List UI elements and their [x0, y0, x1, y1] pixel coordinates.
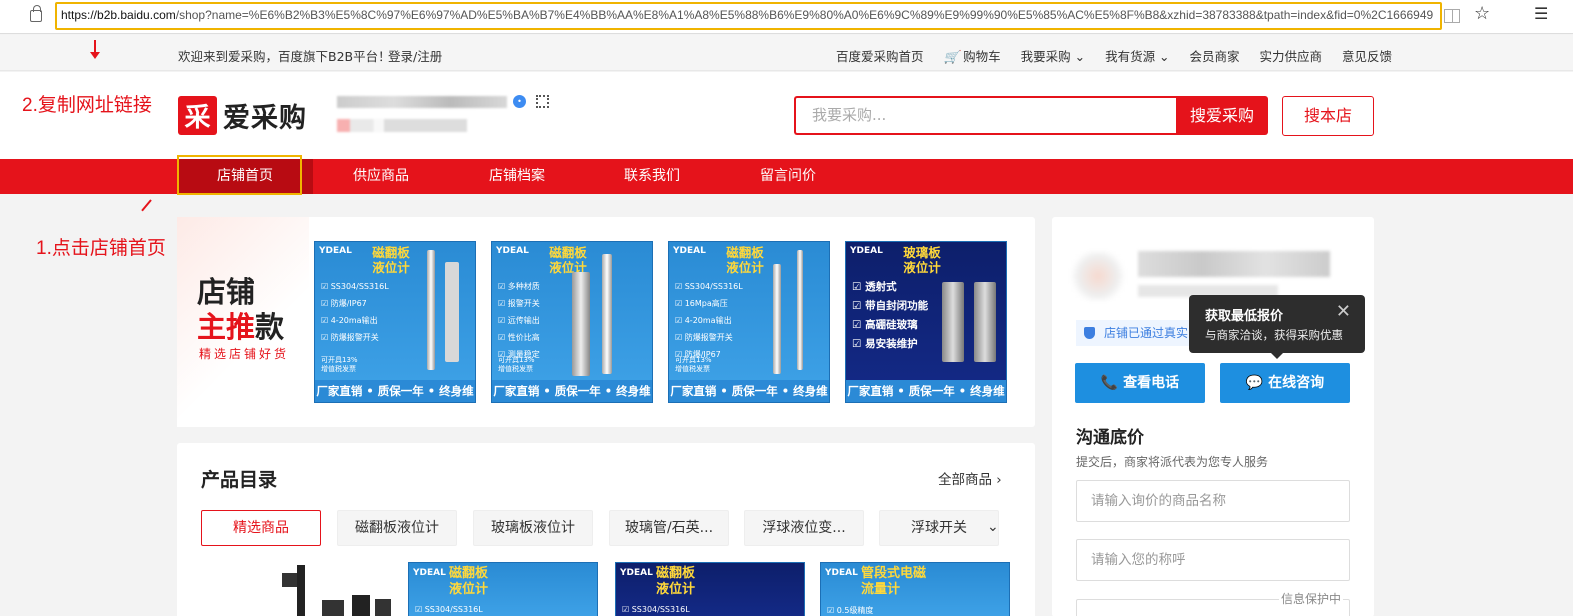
nav-link-purchase[interactable]: 我要采购 ⌄ — [1021, 46, 1085, 65]
view-phone-button[interactable]: 📞 查看电话 — [1075, 363, 1205, 403]
chat-bubble-icon[interactable]: • — [513, 95, 526, 108]
nav-link-members[interactable]: 会员商家 — [1190, 46, 1240, 65]
lock-icon[interactable] — [30, 5, 42, 22]
banner-intro: 店铺 主推款 精选店铺好货 — [177, 217, 309, 427]
search-platform-button[interactable]: 搜爱采购 — [1176, 96, 1268, 135]
banner-title-line2: 主推款 — [197, 310, 285, 344]
chevron-down-icon[interactable]: ⌄ — [987, 519, 999, 535]
browser-address-bar: https://b2b.baidu.com/shop?name=%E6%B2%B… — [0, 0, 1573, 34]
qr-code-icon[interactable] — [536, 95, 549, 108]
catalog-tab-float-transmitter[interactable]: 浮球液位变... — [744, 510, 864, 546]
annotation-arrow-diagonal — [141, 199, 152, 212]
annotation-step1: 1.点击店铺首页 — [36, 238, 166, 259]
welcome-text: 欢迎来到爱采购，百度旗下B2B平台！ — [178, 49, 391, 64]
url-host: https://b2b.baidu.com — [61, 8, 176, 22]
gauge-graphic — [572, 272, 590, 376]
store-name-blurred — [337, 96, 507, 108]
site-header: 采 爱采购 • 我要采购... 搜爱采购 搜本店 — [0, 72, 1573, 159]
gauge-graphic — [942, 282, 964, 362]
nav-link-supply[interactable]: 我有货源 ⌄ — [1105, 46, 1169, 65]
product-name-input[interactable]: 请输入询价的商品名称 — [1076, 480, 1350, 522]
featured-banner: 店铺 主推款 精选店铺好货 YDEAL 磁翻板 液位计 ☑ SS304/SS31… — [177, 217, 1035, 427]
all-products-link[interactable]: 全部商品 › — [938, 468, 1002, 488]
logo-text: 爱采购 — [223, 103, 307, 134]
featured-product-4[interactable]: YDEAL 玻璃板 液位计 ☑ 透射式 ☑ 带自封闭功能 ☑ 高硼硅玻璃 ☑ 易安装维… — [845, 241, 1007, 403]
catalog-product-2[interactable]: YDEAL 磁翻板 液位计 ☑ SS304/SS316L — [615, 562, 805, 616]
nav-link-feedback[interactable]: 意见反馈 — [1342, 46, 1392, 65]
store-avatar-blurred — [1068, 251, 1128, 301]
top-nav: 欢迎来到爱采购，百度旗下B2B平台！ 登录/注册 百度爱采购首页 🛒 购物车 我要… — [0, 35, 1573, 71]
nav-link-cart[interactable]: 🛒 购物车 — [944, 46, 1001, 65]
negotiate-heading: 沟通底价 — [1076, 428, 1144, 448]
privacy-notice: 信息保护中 — [1279, 590, 1344, 607]
catalog-tab-magnetic[interactable]: 磁翻板液位计 — [337, 510, 457, 546]
lowest-price-tooltip: 获取最低报价 与商家洽谈，获得采购优惠 ✕ — [1189, 295, 1365, 359]
store-info-blurred — [337, 119, 467, 132]
shield-icon — [1084, 327, 1095, 339]
featured-product-1[interactable]: YDEAL 磁翻板 液位计 ☑ SS304/SS316L ☑ 防爆/IP67 ☑ 4… — [314, 241, 476, 403]
tab-supply-products[interactable]: 供应商品 — [313, 159, 449, 194]
catalog-tab-featured[interactable]: 精选商品 — [201, 510, 321, 546]
name-input[interactable]: 请输入您的称呼 — [1076, 539, 1350, 581]
tooltip-title: 获取最低报价 — [1205, 309, 1284, 324]
search-input[interactable]: 我要采购... — [794, 96, 1176, 135]
banner-subtitle: 精选店铺好货 — [199, 347, 290, 361]
catalog-product-1[interactable]: YDEAL 磁翻板 液位计 ☑ SS304/SS316L — [408, 562, 598, 616]
login-link[interactable]: 登录/注册 — [388, 46, 442, 65]
gauge-graphic — [427, 250, 435, 370]
online-consult-button[interactable]: 💬 在线咨询 — [1220, 363, 1350, 403]
tooltip-body: 与商家洽谈，获得采购优惠 — [1205, 328, 1343, 342]
tab-inquiry[interactable]: 留言问价 — [720, 159, 856, 194]
close-icon[interactable]: ✕ — [1336, 301, 1351, 322]
annotation-arrow-down — [90, 40, 100, 59]
store-title-blurred — [1138, 251, 1330, 277]
url-field[interactable]: https://b2b.baidu.com/shop?name=%E6%B2%B… — [55, 2, 1442, 30]
annotation-highlight-box — [177, 155, 302, 195]
favorites-list-icon[interactable]: ☰ — [1534, 4, 1548, 23]
catalog-tab-glass-plate[interactable]: 玻璃板液位计 — [473, 510, 593, 546]
tab-store-profile[interactable]: 店铺档案 — [449, 159, 585, 194]
catalog-title: 产品目录 — [201, 469, 278, 491]
top-nav-links: 百度爱采购首页 🛒 购物车 我要采购 ⌄ 我有货源 ⌄ 会员商家 实力供应商 意见… — [836, 46, 1412, 65]
verified-badge: 店铺已通过真实 — [1076, 320, 1196, 346]
reader-mode-icon[interactable] — [1444, 9, 1460, 23]
catalog-tab-glass-tube[interactable]: 玻璃管/石英... — [609, 510, 729, 546]
gauge-graphic — [773, 264, 781, 374]
store-side-panel: 店铺已通过真实 获取最低报价 与商家洽谈，获得采购优惠 ✕ 📞 查看电话 💬 在… — [1052, 217, 1374, 616]
negotiate-description: 提交后，商家将派代表为您专人服务 — [1076, 455, 1269, 469]
search-store-button[interactable]: 搜本店 — [1282, 96, 1374, 136]
product-catalog: 产品目录 全部商品 › 精选商品 磁翻板液位计 玻璃板液位计 玻璃管/石英...… — [177, 443, 1035, 616]
featured-product-2[interactable]: YDEAL 磁翻板 液位计 ☑ 多种材质 ☑ 报警开关 ☑ 远传输出 ☑ 性价比高 ☑ … — [491, 241, 653, 403]
product-image-valves[interactable] — [277, 565, 397, 616]
logo-mark: 采 — [178, 96, 217, 135]
bookmark-star-icon[interactable]: ☆ — [1474, 3, 1490, 24]
tab-contact-us[interactable]: 联系我们 — [584, 159, 720, 194]
catalog-product-3[interactable]: YDEAL 管段式电磁 流量计 ☑ 0.5级精度 — [820, 562, 1010, 616]
annotation-step2: 2.复制网址链接 — [22, 95, 152, 116]
site-logo[interactable]: 采 爱采购 — [178, 96, 307, 135]
catalog-tab-float-switch[interactable]: 浮球开关 — [879, 510, 999, 546]
cart-icon: 🛒 — [943, 49, 960, 64]
url-path: /shop?name=%E6%B2%B3%E5%8C%97%E6%97%AD%E… — [175, 8, 1434, 22]
nav-link-home[interactable]: 百度爱采购首页 — [836, 46, 924, 65]
featured-product-3[interactable]: YDEAL 磁翻板 液位计 ☑ SS304/SS316L ☑ 16Mpa高压 ☑ 4… — [668, 241, 830, 403]
nav-link-suppliers[interactable]: 实力供应商 — [1260, 46, 1323, 65]
